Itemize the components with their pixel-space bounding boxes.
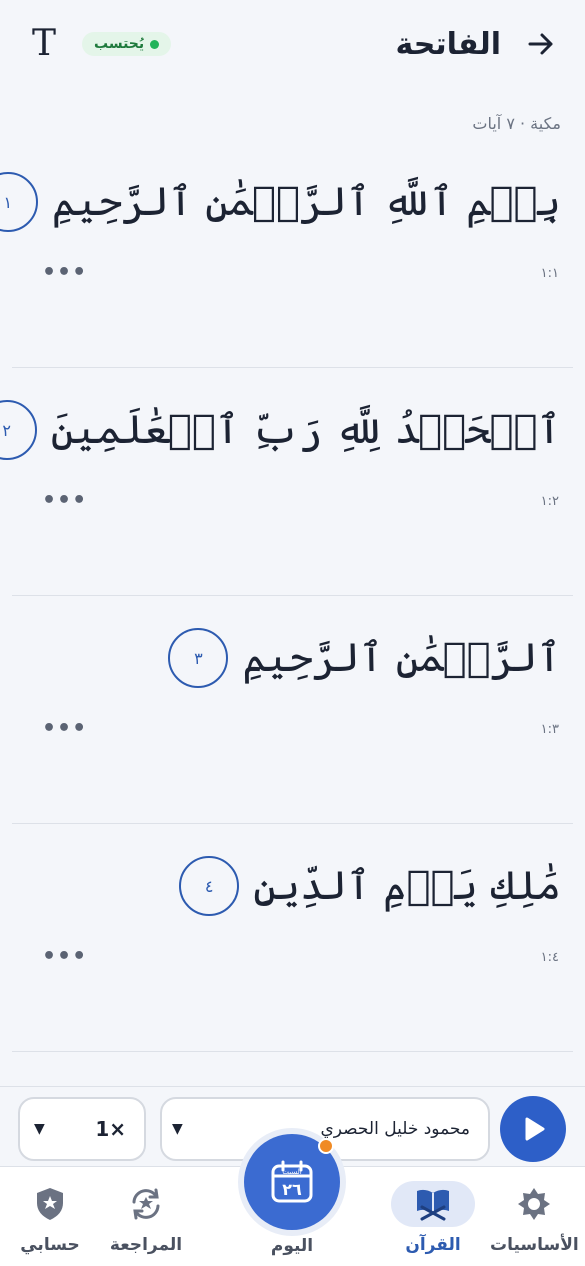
verse-reference: ١:٣: [540, 722, 559, 737]
more-options-icon[interactable]: •••: [42, 260, 87, 285]
playback-speed-value: 1×: [95, 1117, 126, 1141]
back-arrow-icon[interactable]: [527, 30, 555, 58]
tab-review-label: المراجعة: [109, 1235, 183, 1255]
more-options-icon[interactable]: •••: [42, 488, 87, 513]
tab-icon-wrap: [104, 1181, 188, 1227]
playback-speed-select[interactable]: ▼ 1×: [18, 1097, 146, 1161]
verse-number-badge: ٤: [179, 856, 240, 916]
app-header: T يُحتسب الفاتحة: [0, 0, 585, 88]
verse-text: بِسۡمِ ٱللَّهِ ٱلرَّحۡمَٰنِ ٱلرَّحِيمِ: [51, 179, 561, 225]
more-options-icon[interactable]: •••: [42, 716, 87, 741]
verse-number-badge: ٣: [168, 628, 229, 688]
verse-row[interactable]: ٱلۡحَمۡدُ لِلَّهِ رَبِّ ٱلۡعَٰلَمِينَ ٢ …: [0, 368, 573, 596]
tab-basics-label: الأساسيات: [490, 1235, 579, 1255]
verse-row[interactable]: بِسۡمِ ٱللَّهِ ٱلرَّحۡمَٰنِ ٱلرَّحِيمِ ١…: [0, 140, 573, 368]
verse-reference: ١:١: [540, 266, 559, 281]
verse-reference: ١:٢: [540, 494, 559, 509]
shield-icon: [37, 1188, 63, 1220]
surah-meta: مكية · ٧ آيات: [472, 114, 561, 133]
calendar-day-label: السبت: [282, 1168, 301, 1176]
chevron-down-icon: ▼: [172, 1121, 183, 1137]
verse-number-badge: ٢: [0, 400, 37, 460]
header-right-group: الفاتحة: [396, 27, 555, 62]
verse-reference: ١:٤: [540, 950, 559, 965]
more-options-icon[interactable]: •••: [42, 944, 87, 969]
font-size-icon[interactable]: T: [28, 26, 60, 62]
reciter-name: محمود خليل الحصري: [320, 1119, 470, 1139]
tab-account[interactable]: حسابي: [8, 1181, 92, 1255]
quran-book-icon: [417, 1189, 449, 1221]
verse-row[interactable]: مَٰلِكِ يَوۡمِ ٱلدِّينِ ٤ ١:٤ •••: [12, 824, 573, 1052]
play-button[interactable]: [500, 1096, 566, 1162]
review-cycle-icon: [132, 1188, 160, 1220]
page-title: الفاتحة: [395, 26, 501, 62]
star-badge-icon: [518, 1188, 551, 1220]
verse-text: ٱلرَّحۡمَٰنِ ٱلرَّحِيمِ: [242, 635, 561, 681]
status-badge-label: يُحتسب: [94, 36, 145, 52]
tab-account-label: حسابي: [20, 1235, 80, 1255]
verse-line: ٱلۡحَمۡدُ لِلَّهِ رَبِّ ٱلۡعَٰلَمِينَ ٢: [0, 400, 561, 460]
tab-icon-wrap: [391, 1181, 475, 1227]
play-icon: [525, 1117, 545, 1141]
tab-today-label: اليوم: [270, 1236, 314, 1256]
tab-icon-wrap: [8, 1181, 92, 1227]
tab-icon-wrap: [494, 1181, 574, 1227]
tab-review[interactable]: المراجعة: [104, 1181, 188, 1255]
tab-quran-label: القرآن: [405, 1235, 461, 1255]
verse-line: مَٰلِكِ يَوۡمِ ٱلدِّينِ ٤: [179, 856, 561, 916]
calendar-date-label: ٢٦: [282, 1180, 302, 1199]
chevron-down-icon: ▼: [34, 1121, 45, 1137]
verse-row[interactable]: ٱلرَّحۡمَٰنِ ٱلرَّحِيمِ ٣ ١:٣ •••: [12, 596, 573, 824]
header-left-group: T يُحتسب: [28, 26, 172, 62]
tab-basics[interactable]: الأساسيات: [490, 1181, 579, 1255]
verse-text: ٱلۡحَمۡدُ لِلَّهِ رَبِّ ٱلۡعَٰلَمِينَ: [50, 407, 561, 453]
today-button[interactable]: السبت ٢٦: [244, 1134, 340, 1230]
status-dot-icon: [150, 39, 160, 49]
tab-quran[interactable]: القرآن: [391, 1181, 475, 1255]
verse-line: ٱلرَّحۡمَٰنِ ٱلرَّحِيمِ ٣: [168, 628, 561, 688]
calendar-icon: السبت ٢٦: [271, 1160, 313, 1203]
status-badge: يُحتسب: [82, 32, 172, 56]
notification-dot-icon: [318, 1138, 334, 1154]
verse-number-badge: ١: [0, 172, 38, 232]
verse-text: مَٰلِكِ يَوۡمِ ٱلدِّينِ: [253, 863, 561, 909]
verse-line: بِسۡمِ ٱللَّهِ ٱلرَّحۡمَٰنِ ٱلرَّحِيمِ ١: [0, 172, 561, 232]
